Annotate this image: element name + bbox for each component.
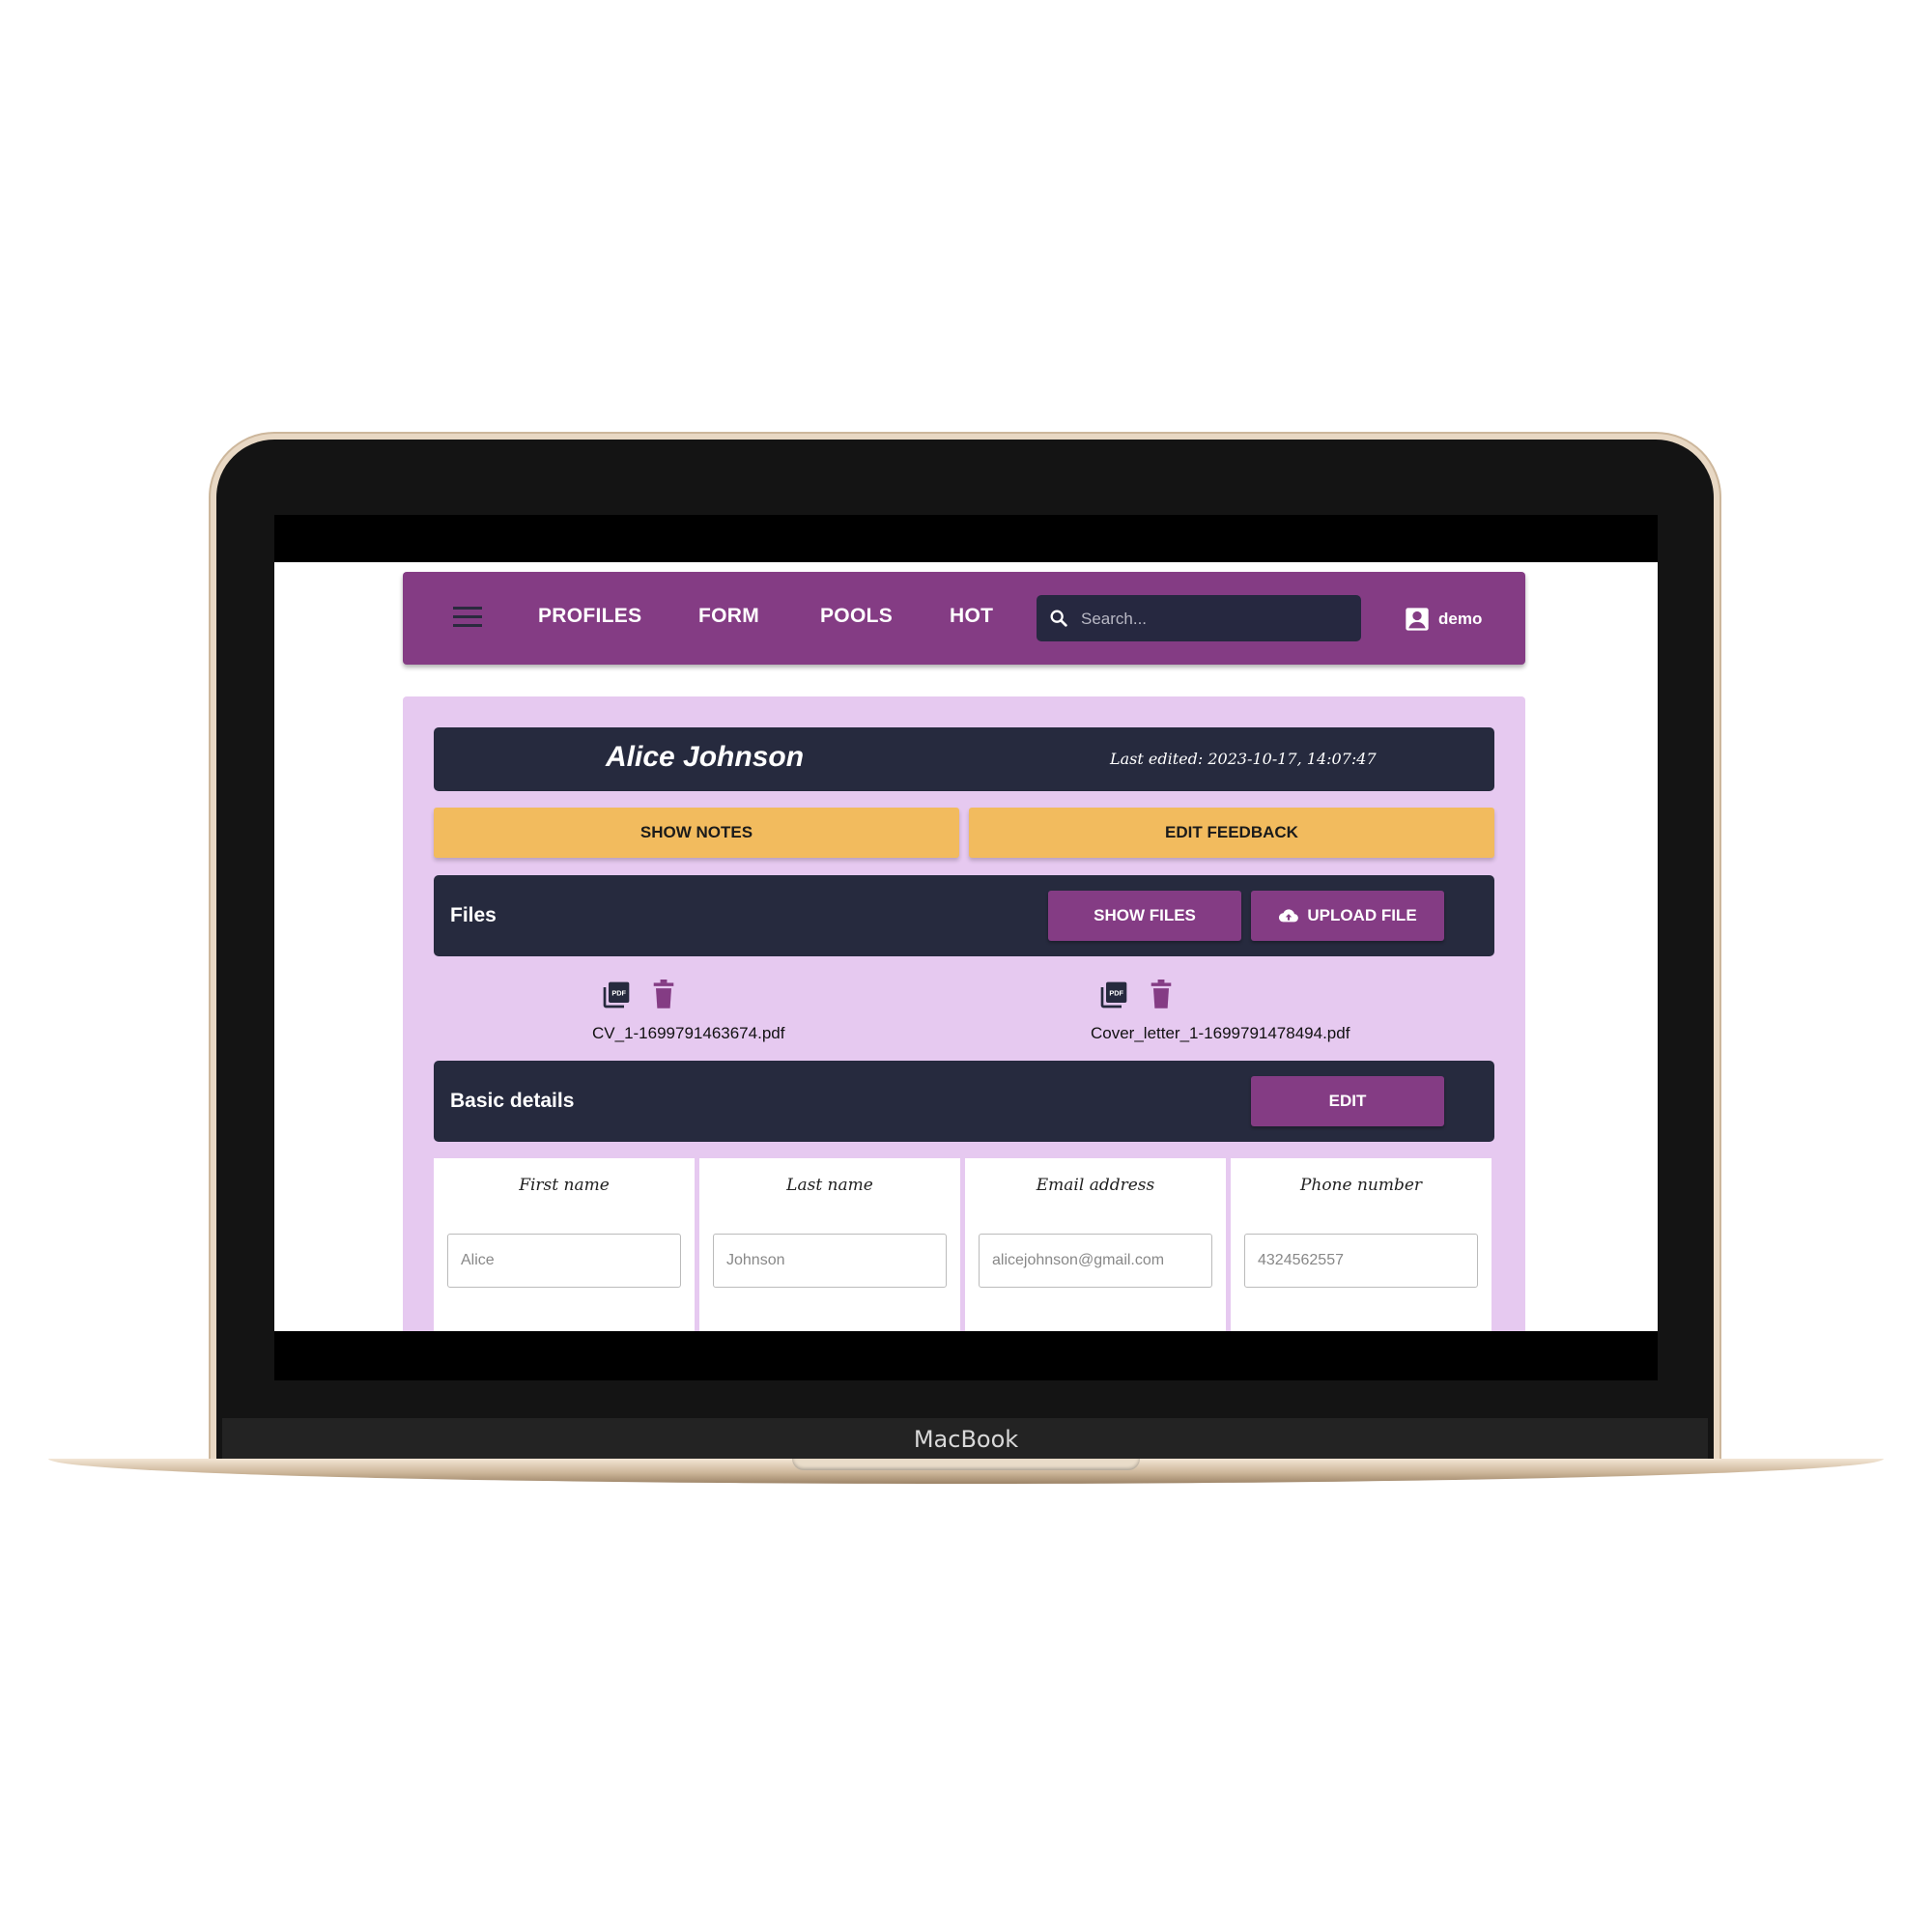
file-name[interactable]: CV_1-1699791463674.pdf: [592, 1024, 784, 1043]
svg-text:PDF: PDF: [611, 989, 626, 998]
edit-button[interactable]: EDIT: [1251, 1076, 1444, 1126]
files-section-bar: Files SHOW FILES UPLOAD FILE: [434, 875, 1494, 956]
basic-details-bar: Basic details EDIT: [434, 1061, 1494, 1142]
show-notes-button[interactable]: SHOW NOTES: [434, 808, 959, 858]
laptop-brand: MacBook: [913, 1426, 1019, 1453]
upload-file-label: UPLOAD FILE: [1307, 906, 1417, 924]
profile-panel: Alice Johnson Last edited: 2023-10-17, 1…: [403, 696, 1525, 1331]
delete-icon[interactable]: [1148, 980, 1175, 1010]
first-name-card: First name: [434, 1158, 695, 1331]
phone-card: Phone number: [1231, 1158, 1492, 1331]
files-title: Files: [450, 904, 497, 926]
app-viewport: PROFILES FORM POOLS HOT demo Alice Johns…: [274, 562, 1658, 1331]
search-icon: [1050, 610, 1067, 627]
nav-pools[interactable]: POOLS: [820, 605, 893, 628]
upload-file-button[interactable]: UPLOAD FILE: [1251, 891, 1444, 941]
first-name-field[interactable]: [447, 1234, 681, 1288]
field-label: First name: [519, 1176, 610, 1195]
field-label: Email address: [1036, 1176, 1155, 1195]
delete-icon[interactable]: [650, 980, 677, 1010]
last-name-card: Last name: [699, 1158, 960, 1331]
field-label: Phone number: [1299, 1176, 1423, 1195]
search-box: [1037, 595, 1361, 643]
pdf-file-icon[interactable]: PDF: [1098, 980, 1129, 1010]
email-field[interactable]: [979, 1234, 1212, 1288]
show-files-button[interactable]: SHOW FILES: [1048, 891, 1241, 941]
account-box-icon: [1406, 608, 1429, 631]
nav-profiles[interactable]: PROFILES: [538, 605, 641, 628]
email-card: Email address: [965, 1158, 1226, 1331]
laptop-notch: [792, 1459, 1140, 1470]
last-edited: Last edited: 2023-10-17, 14:07:47: [1110, 750, 1377, 768]
last-name-field[interactable]: [713, 1234, 947, 1288]
top-navbar: PROFILES FORM POOLS HOT demo: [403, 572, 1525, 665]
field-label: Last name: [786, 1176, 873, 1195]
edit-feedback-button[interactable]: EDIT FEEDBACK: [969, 808, 1494, 858]
username: demo: [1438, 610, 1483, 628]
profile-header: Alice Johnson Last edited: 2023-10-17, 1…: [434, 727, 1494, 791]
nav-hot[interactable]: HOT: [950, 605, 993, 628]
phone-field[interactable]: [1244, 1234, 1478, 1288]
cloud-upload-icon: [1279, 909, 1299, 923]
search-input[interactable]: [1079, 595, 1353, 643]
file-name[interactable]: Cover_letter_1-1699791478494.pdf: [1091, 1024, 1350, 1043]
basic-details-title: Basic details: [450, 1090, 575, 1112]
nav-form[interactable]: FORM: [698, 605, 759, 628]
svg-text:PDF: PDF: [1109, 989, 1123, 998]
user-menu[interactable]: demo: [1404, 605, 1482, 634]
pdf-file-icon[interactable]: PDF: [601, 980, 632, 1010]
profile-name: Alice Johnson: [606, 741, 805, 773]
hamburger-menu-icon[interactable]: [453, 607, 482, 628]
